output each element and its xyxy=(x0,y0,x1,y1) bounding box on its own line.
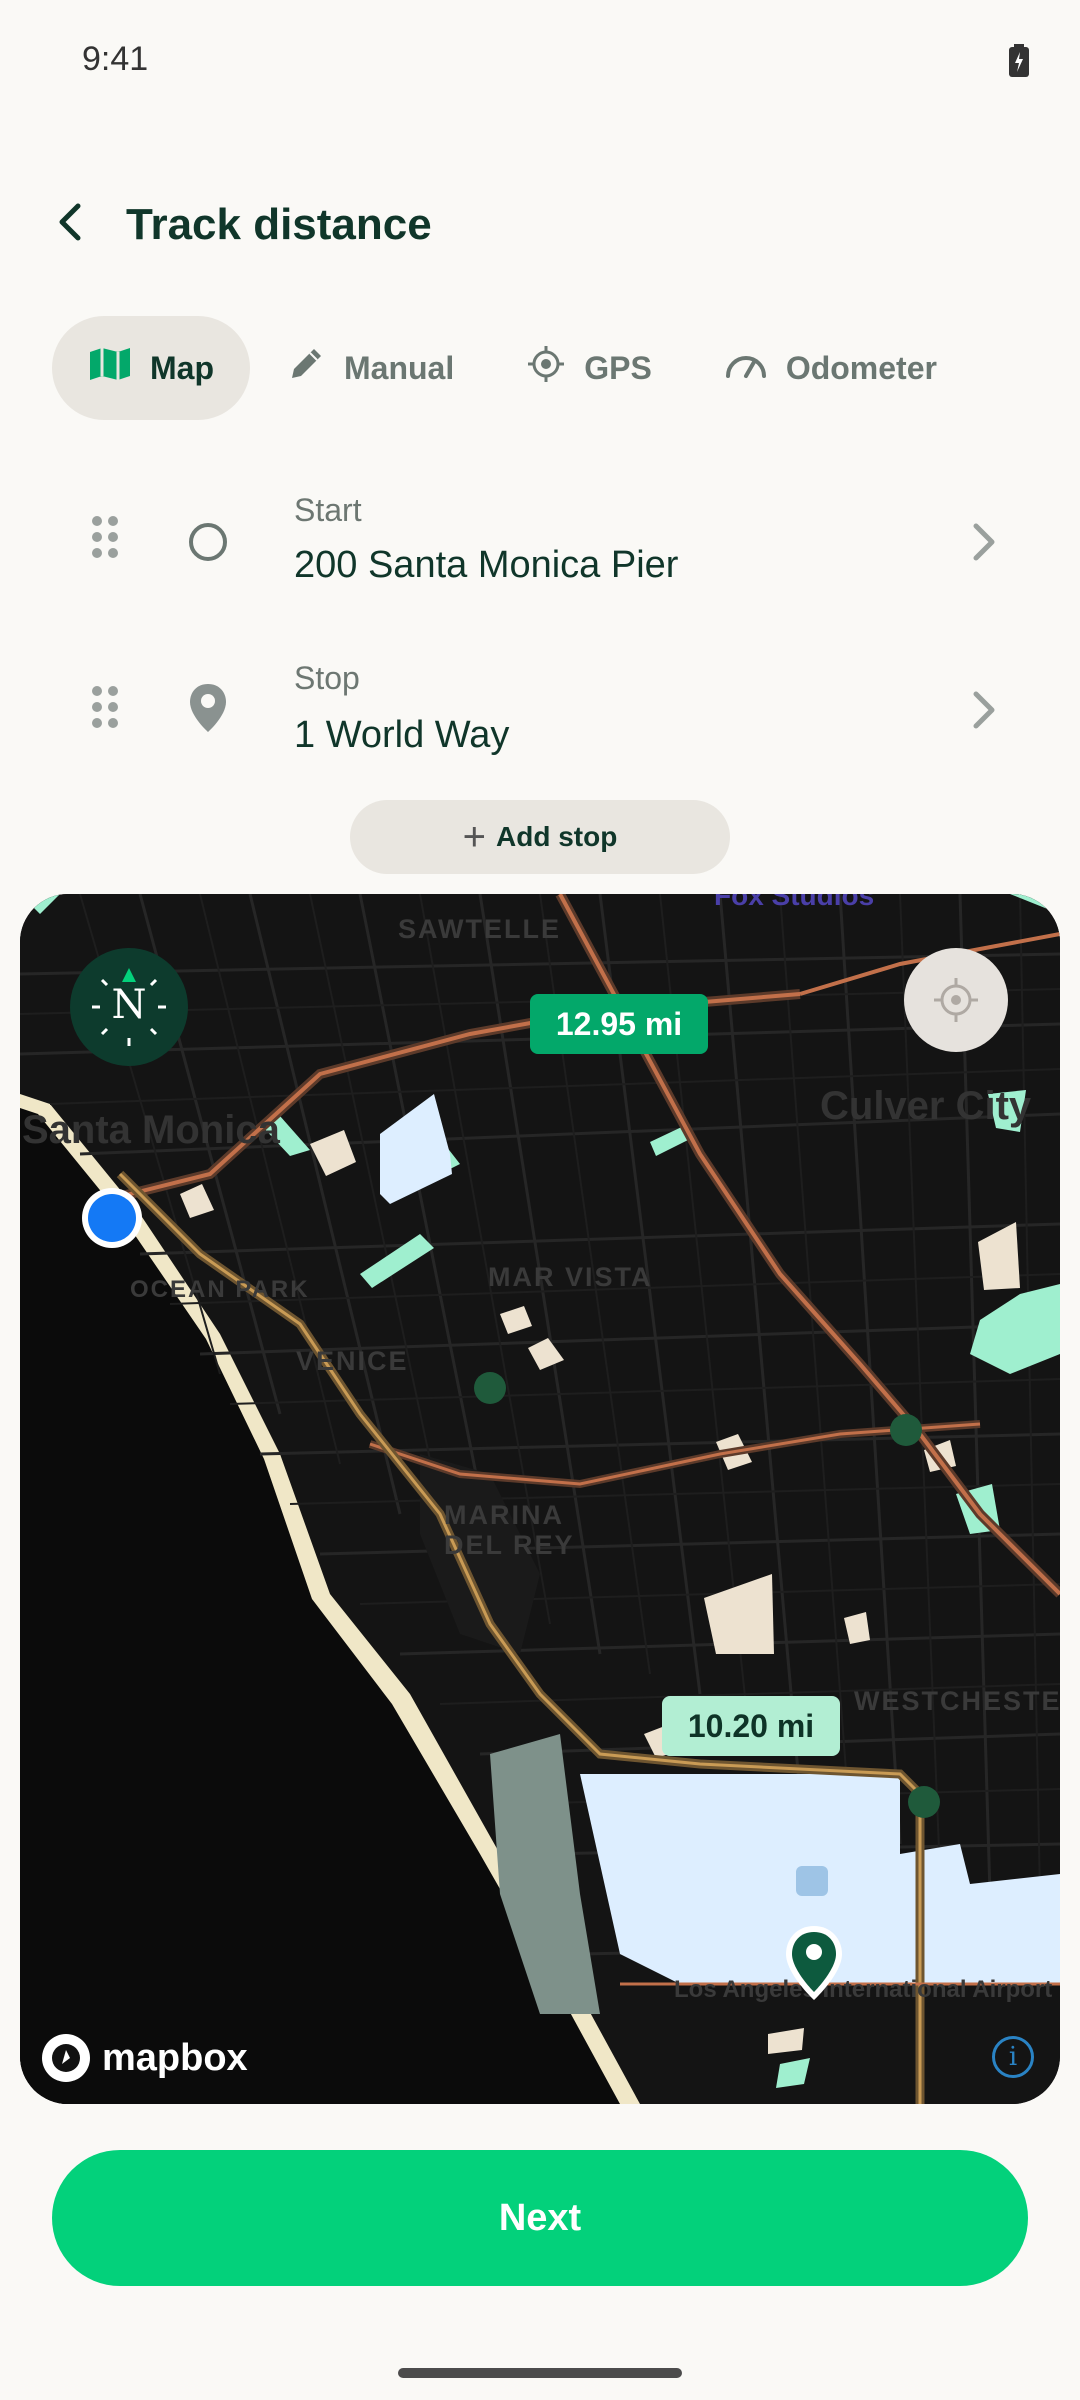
start-address: 200 Santa Monica Pier xyxy=(294,544,679,586)
map-place-label: MARINA DEL REY xyxy=(444,1500,575,1560)
compass-label: N xyxy=(111,982,147,1028)
map-icon xyxy=(88,346,150,390)
location-pin-icon xyxy=(186,682,230,739)
start-label: Start xyxy=(294,492,362,528)
status-time: 9:41 xyxy=(82,40,149,78)
crosshair-icon xyxy=(526,344,584,392)
alt-route-distance-value: 10.20 mi xyxy=(687,1707,815,1744)
tab-label: Map xyxy=(150,349,214,386)
crosshair-icon xyxy=(934,978,978,1022)
route-start-row[interactable]: Start 200 Santa Monica Pier xyxy=(0,462,1080,612)
drag-handle-icon[interactable] xyxy=(90,684,120,735)
tab-label: Manual xyxy=(344,349,455,386)
battery-charging-icon xyxy=(1008,44,1030,83)
start-location-dot[interactable] xyxy=(80,1186,144,1250)
mode-tabs: Map Manual GPS Odometer xyxy=(52,316,973,420)
chevron-right-icon xyxy=(968,688,998,737)
tab-odometer[interactable]: Odometer xyxy=(688,316,973,420)
home-indicator[interactable] xyxy=(398,2368,682,2378)
info-label: i xyxy=(1008,2042,1018,2072)
tab-gps[interactable]: GPS xyxy=(490,316,688,420)
tab-label: Odometer xyxy=(785,349,937,386)
stop-address: 1 World Way xyxy=(294,714,510,756)
map-place-label: OCEAN PARK xyxy=(130,1276,310,1303)
add-stop-button[interactable]: + Add stop xyxy=(350,800,730,874)
tab-label: GPS xyxy=(584,349,652,386)
alt-route-distance-badge[interactable]: 10.20 mi xyxy=(662,1696,840,1756)
start-circle-icon xyxy=(186,520,230,569)
destination-pin-icon[interactable] xyxy=(782,1924,846,2004)
header: Track distance xyxy=(0,180,1080,270)
map-place-label: MAR VISTA xyxy=(488,1262,653,1292)
pencil-icon xyxy=(286,344,344,392)
info-icon[interactable]: i xyxy=(992,2036,1034,2078)
add-stop-label: Add stop xyxy=(496,821,618,852)
mapbox-attribution[interactable]: mapbox xyxy=(42,2034,248,2082)
route-distance-badge[interactable]: 12.95 mi xyxy=(530,994,708,1054)
mapbox-wordmark: mapbox xyxy=(102,2036,248,2079)
plus-icon: + xyxy=(462,815,487,859)
tab-map[interactable]: Map xyxy=(52,316,250,420)
next-button-label: Next xyxy=(498,2196,582,2239)
map-place-label: VENICE xyxy=(296,1346,409,1376)
map-place-label: WESTCHESTER xyxy=(854,1686,1060,1716)
recenter-button[interactable] xyxy=(904,948,1008,1052)
stop-label: Stop xyxy=(294,660,360,696)
map-place-label: SAWTELLE xyxy=(398,914,561,944)
compass-button[interactable]: N xyxy=(70,948,188,1066)
route-map[interactable]: SAWTELLE Santa Monica Culver City MAR VI… xyxy=(20,894,1060,2104)
chevron-right-icon xyxy=(968,520,998,569)
map-place-label: Los Angeles International Airport xyxy=(674,1976,1053,2003)
map-place-label: Fox Studios xyxy=(714,894,875,911)
tab-manual[interactable]: Manual xyxy=(250,316,490,420)
page-title: Track distance xyxy=(126,200,432,249)
speedometer-icon xyxy=(724,346,786,390)
back-chevron-icon[interactable] xyxy=(50,200,94,244)
mapbox-logo-icon xyxy=(42,2034,90,2082)
map-place-label: Culver City xyxy=(820,1084,1032,1128)
map-canvas[interactable] xyxy=(20,894,1060,2104)
map-place-label: Santa Monica xyxy=(22,1108,280,1152)
next-button[interactable]: Next xyxy=(52,2150,1028,2286)
route-stop-row[interactable]: Stop 1 World Way xyxy=(0,632,1080,782)
route-distance-value: 12.95 mi xyxy=(555,1005,683,1042)
drag-handle-icon[interactable] xyxy=(90,514,120,565)
status-bar: 9:41 xyxy=(0,0,1080,120)
